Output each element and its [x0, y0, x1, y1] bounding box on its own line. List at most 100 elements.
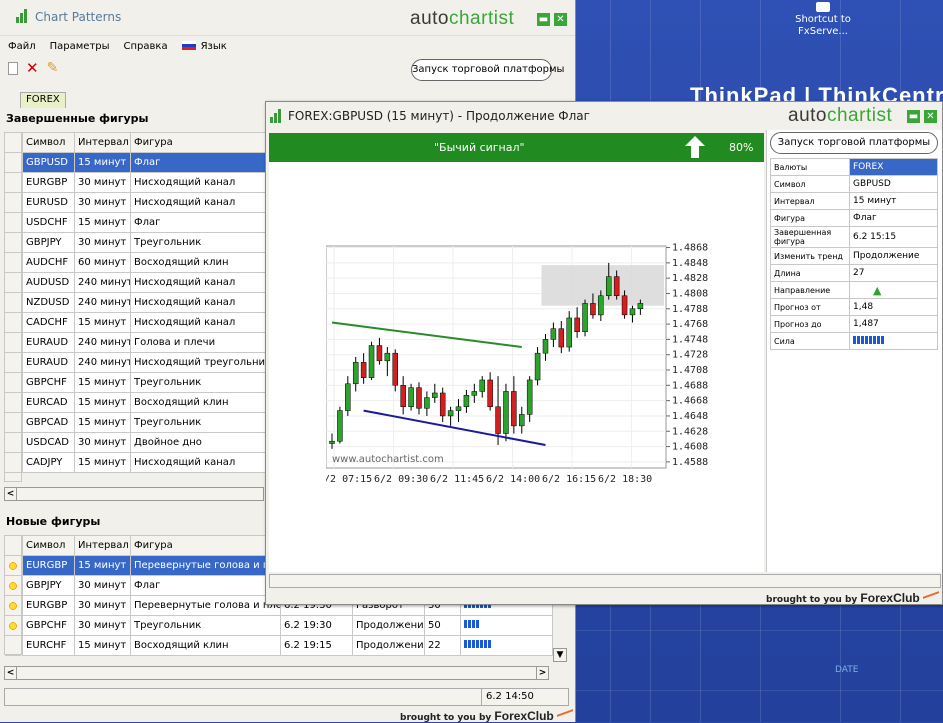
row-header[interactable] [5, 576, 21, 596]
close-button[interactable]: ✕ [924, 110, 937, 123]
row-header[interactable] [5, 293, 21, 313]
candle-body [574, 317, 580, 332]
row-header[interactable] [5, 313, 21, 333]
cell-symbol: AUDCHF [22, 252, 75, 273]
candle-body [439, 392, 446, 417]
cell-pattern: Перевернутые голова и плечи [130, 595, 281, 616]
row-header[interactable] [5, 213, 21, 233]
row-header[interactable] [5, 253, 21, 273]
desktop-link[interactable]: DATE [835, 665, 858, 675]
signal-percent: 80% [729, 141, 754, 154]
scroll-right-arrow[interactable]: > [536, 667, 548, 679]
chart-status-bar [269, 574, 941, 588]
edit-pencil-icon[interactable]: ✎ [47, 61, 59, 75]
candle-body [416, 387, 422, 409]
column-header-interval[interactable]: Интервал [74, 535, 131, 556]
completed-horizontal-scrollbar[interactable]: < [4, 487, 264, 501]
strength-bar [484, 640, 487, 648]
candle-body [368, 345, 375, 378]
cell-symbol: NZDUSD [22, 292, 75, 313]
column-header-pattern[interactable]: Фигура [130, 535, 281, 556]
row-header[interactable] [5, 596, 21, 616]
chart-titlebar[interactable]: FOREX:GBPUSD (15 минут) - Продолжение Фл… [266, 102, 942, 130]
candle-body [495, 406, 501, 434]
candle-body [550, 328, 557, 340]
close-button[interactable]: ✕ [554, 13, 567, 26]
star-icon [7, 600, 19, 612]
scroll-left-arrow[interactable]: < [5, 488, 17, 500]
row-header[interactable] [5, 433, 21, 453]
new-horizontal-scrollbar[interactable]: < > [4, 666, 549, 680]
candle-body [511, 391, 517, 427]
strength-meter [849, 332, 938, 350]
row-header[interactable] [5, 273, 21, 293]
x-tick-label: 6/2 16:15 [542, 474, 596, 485]
cell-pattern: Треугольник [130, 615, 281, 636]
menu-help[interactable]: Справка [122, 40, 170, 56]
row-header[interactable] [5, 616, 21, 636]
cell-interval: 30 минут [74, 432, 131, 453]
row-header[interactable] [5, 453, 21, 473]
row-header[interactable] [5, 556, 21, 576]
row-header[interactable] [5, 173, 21, 193]
column-header-symbol[interactable]: Символ [22, 132, 75, 153]
table-row[interactable]: GBPCHF 30 минут Треугольник 6.2 19:30 Продол… [22, 615, 553, 636]
row-header[interactable] [5, 393, 21, 413]
row-header[interactable] [5, 153, 21, 173]
row-header[interactable] [5, 373, 21, 393]
strength-bar [472, 620, 475, 628]
scroll-down-arrow[interactable]: ▼ [553, 648, 567, 662]
launch-platform-button[interactable]: Запуск торговой платформы [411, 59, 564, 81]
completed-patterns-title: Завершенные фигуры [6, 112, 149, 125]
candle-body [637, 303, 644, 310]
row-header[interactable] [5, 536, 21, 556]
menu-settings[interactable]: Параметры [48, 40, 112, 56]
row-header[interactable] [5, 353, 21, 373]
x-tick-label: 6/2 07:15 [326, 474, 372, 485]
cell-interval: 60 минут [74, 252, 131, 273]
delete-icon[interactable]: ✕ [26, 61, 39, 76]
row-header[interactable] [5, 233, 21, 253]
cell-interval: 30 минут [74, 595, 131, 616]
new-document-icon[interactable] [8, 61, 18, 75]
menu-language[interactable]: Язык [180, 40, 229, 56]
strength-meter [464, 620, 479, 628]
table-row[interactable]: EURCHF 15 минут Восходящий клин 6.2 19:15 Пр… [22, 635, 553, 656]
cell-symbol: EURCAD [22, 392, 75, 413]
launch-platform-button[interactable]: Запуск торговой платформы [770, 132, 938, 154]
app-logo-icon [270, 109, 286, 123]
signal-bar: "Бычий сигнал" 80% [269, 133, 764, 162]
minimize-button[interactable]: ▬ [537, 13, 550, 26]
minimize-button[interactable]: ▬ [907, 110, 920, 123]
y-tick-label: 1.4848 [672, 258, 708, 269]
row-header[interactable] [5, 193, 21, 213]
main-titlebar[interactable]: Chart Patterns autochartist ▬ ✕ [0, 0, 575, 36]
signal-text: "Бычий сигнал" [434, 141, 525, 154]
row-header[interactable] [5, 133, 21, 153]
new-row-headers [4, 535, 22, 656]
row-header[interactable] [5, 333, 21, 353]
cell-symbol: USDCHF [22, 212, 75, 233]
menu-file[interactable]: Файл [6, 40, 38, 56]
desktop-shortcut[interactable]: Shortcut to FxServe... [788, 2, 858, 38]
y-tick-label: 1.4628 [672, 426, 708, 437]
scroll-left-arrow[interactable]: < [5, 667, 17, 679]
tab-forex[interactable]: FOREX [20, 92, 66, 108]
candle-body [558, 328, 565, 348]
property-row: Интервал 15 минут [770, 192, 938, 210]
cell-time: 6.2 19:15 [280, 635, 353, 656]
chart-plot-area: www.autochartist.com 1.4868 1.4848 1.4828 1.… [269, 162, 764, 572]
direction-up-icon: ▲ [849, 281, 938, 299]
candle-body [487, 379, 493, 408]
column-header-symbol[interactable]: Символ [22, 535, 75, 556]
cell-symbol: EURAUD [22, 332, 75, 353]
row-header[interactable] [5, 636, 21, 656]
x-tick-label: 6/2 18:30 [598, 474, 652, 485]
candle-body [400, 385, 406, 408]
strength-meter [464, 640, 491, 648]
russian-flag-icon [181, 41, 196, 50]
candle-body [582, 303, 588, 332]
row-header[interactable] [5, 413, 21, 433]
y-tick-label: 1.4828 [672, 273, 708, 284]
column-header-interval[interactable]: Интервал [74, 132, 131, 153]
